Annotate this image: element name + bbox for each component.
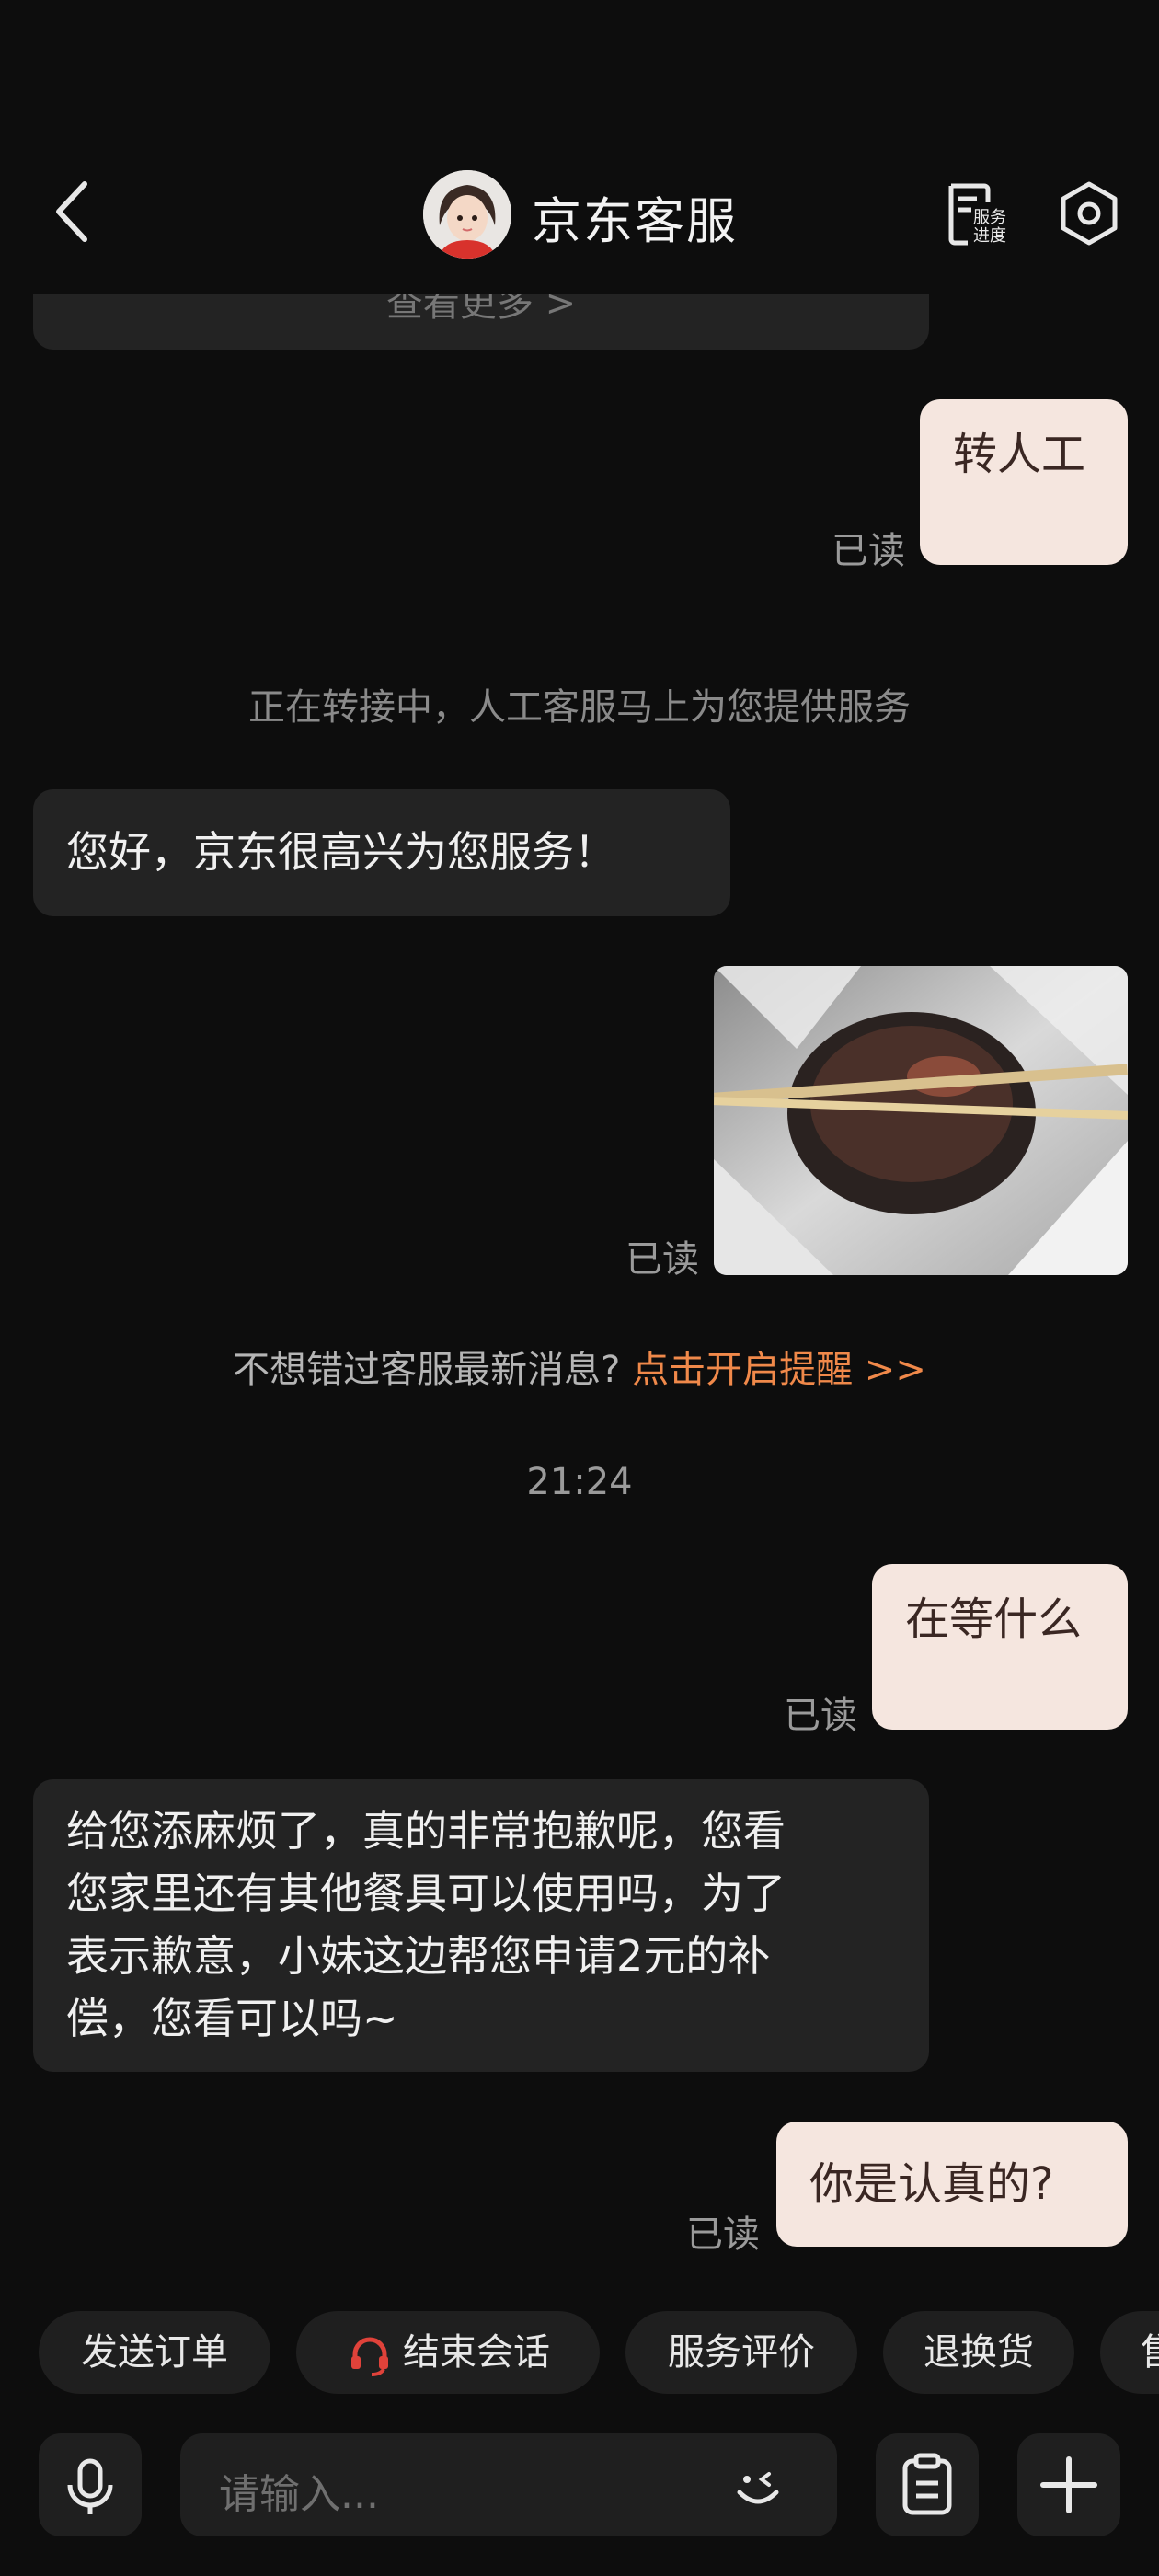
settings-icon[interactable] <box>1056 180 1122 247</box>
incoming-message[interactable]: 给您添麻烦了，真的非常抱歉呢，您看 您家里还有其他餐具可以使用吗，为了 表示歉意… <box>33 1779 929 2072</box>
clipboard-icon <box>902 2453 952 2515</box>
plus-icon <box>1040 2456 1097 2513</box>
enable-reminder-link[interactable]: 点击开启提醒 >> <box>632 1349 926 1391</box>
service-progress-icon[interactable]: 服务 进度 <box>944 180 1016 247</box>
quick-action-after-sale[interactable]: 售 <box>1100 2311 1159 2394</box>
message-line: 表示歉意，小妹这边帮您申请2元的补 <box>66 1931 771 1981</box>
page-title: 京东客服 <box>532 192 738 250</box>
quick-action-label: 结束会话 <box>403 2331 550 2374</box>
read-receipt: 已读 <box>625 1238 699 1281</box>
timestamp: 21:24 <box>526 1461 633 1503</box>
incoming-message[interactable]: 您好，京东很高兴为您服务！ <box>33 789 730 916</box>
quick-action-send-order[interactable]: 发送订单 <box>39 2311 270 2394</box>
more-button[interactable] <box>1017 2433 1120 2536</box>
avatar-icon <box>423 170 511 259</box>
message-line: 偿，您看可以吗~ <box>66 1994 398 2043</box>
message-input[interactable]: 请输入... <box>180 2433 837 2536</box>
reminder-bar: 不想错过客服最新消息? 点击开启提醒 >> <box>0 1340 1159 1393</box>
message-line: 给您添麻烦了，真的非常抱歉呢，您看 <box>66 1806 786 1856</box>
microphone-icon <box>67 2458 113 2514</box>
read-receipt: 已读 <box>686 2214 760 2256</box>
clipboard-button[interactable] <box>876 2433 979 2536</box>
back-icon[interactable] <box>46 175 101 248</box>
outgoing-message[interactable]: 转人工 <box>920 399 1128 565</box>
message-text: 给您添麻烦了，真的非常抱歉呢，您看 您家里还有其他餐具可以使用吗，为了 表示歉意… <box>33 1779 929 2050</box>
outgoing-message[interactable]: 你是认真的? <box>776 2122 1128 2247</box>
avatar[interactable] <box>423 170 511 259</box>
photo-chopsticks-in-bag <box>714 966 1128 1275</box>
message-text: 转人工 <box>953 429 1086 480</box>
service-progress-label-1: 服务 <box>973 208 1006 227</box>
quick-action-service-rating[interactable]: 服务评价 <box>625 2311 857 2394</box>
input-placeholder: 请输入... <box>219 2471 379 2518</box>
outgoing-image[interactable] <box>714 966 1128 1275</box>
quick-action-return-exchange[interactable]: 退换货 <box>883 2311 1074 2394</box>
service-progress-label-2: 进度 <box>973 226 1006 246</box>
read-receipt: 已读 <box>832 530 905 572</box>
reminder-text: 不想错过客服最新消息? <box>233 1349 621 1391</box>
message-text: 您好，京东很高兴为您服务！ <box>66 827 616 877</box>
message-text: 你是认真的? <box>809 2158 1054 2210</box>
read-receipt: 已读 <box>784 1695 857 1737</box>
chat-header: 京东客服 服务 进度 <box>0 0 1159 294</box>
outgoing-message[interactable]: 在等什么 <box>872 1564 1128 1730</box>
voice-button[interactable] <box>39 2433 142 2536</box>
system-note: 正在转接中，人工客服马上为您提供服务 <box>248 686 911 729</box>
emoji-icon[interactable] <box>729 2457 787 2516</box>
message-text: 在等什么 <box>905 1593 1083 1645</box>
headset-icon <box>351 2337 388 2376</box>
message-line: 您家里还有其他餐具可以使用吗，为了 <box>66 1869 786 1918</box>
quick-action-end-session[interactable]: 结束会话 <box>296 2311 600 2394</box>
